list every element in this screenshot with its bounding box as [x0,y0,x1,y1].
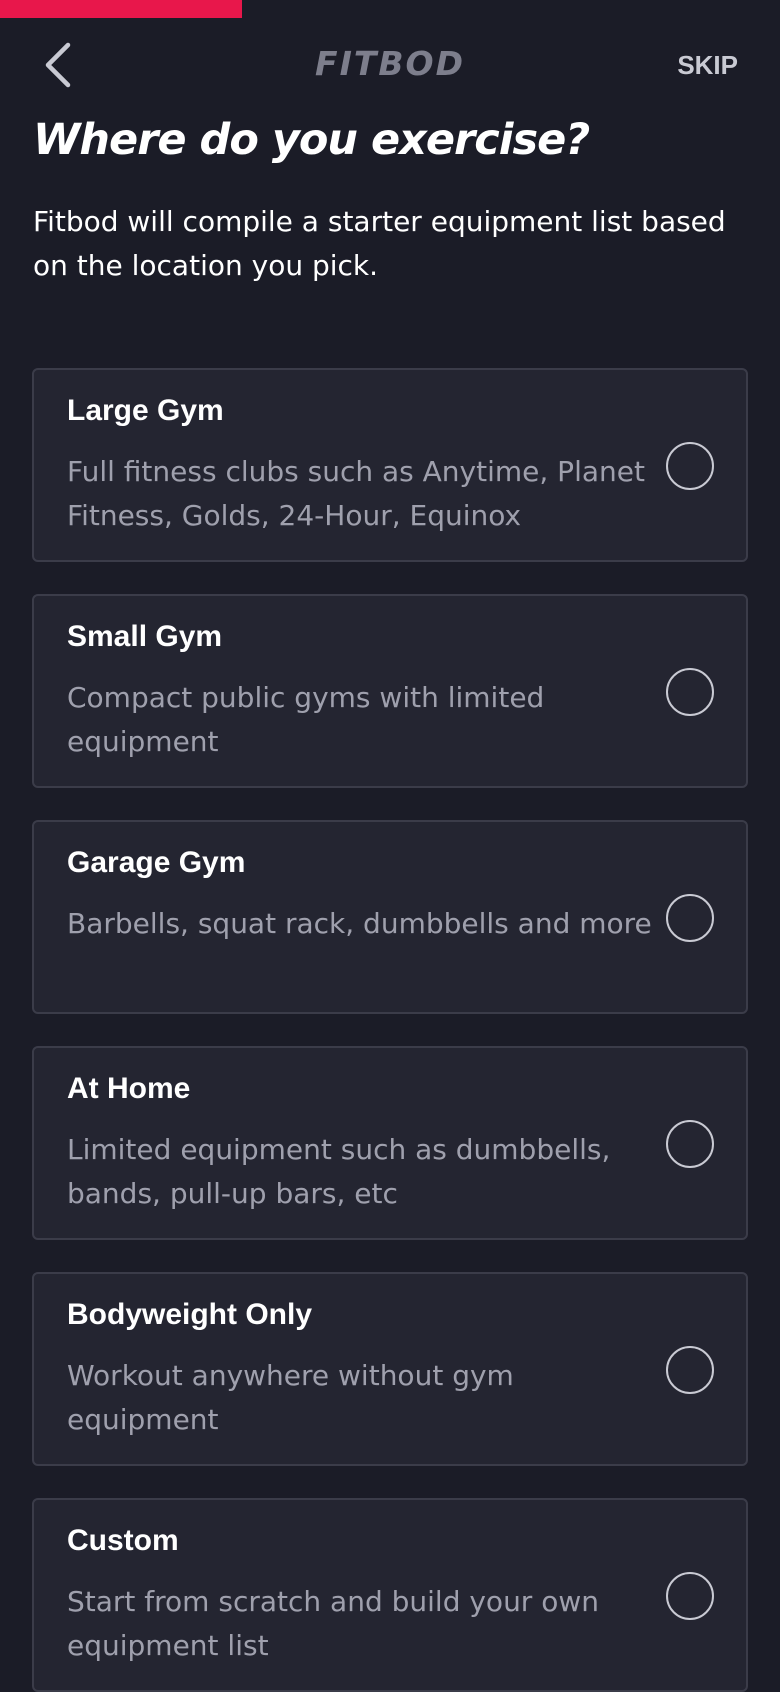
option-title: Bodyweight Only [67,1298,313,1331]
option-small-gym[interactable]: Small Gym Compact public gyms with limit… [32,594,748,788]
option-title: Large Gym [67,394,224,427]
page-title: Where do you exercise? [33,115,590,165]
radio-button[interactable] [666,894,714,942]
radio-button[interactable] [666,1572,714,1620]
option-description: Barbells, squat rack, dumbbells and more [67,907,652,940]
option-title: Garage Gym [67,846,246,879]
location-options-list: Large Gym Full fitness clubs such as Any… [32,368,748,1692]
progress-bar [0,0,780,18]
radio-button[interactable] [666,1346,714,1394]
option-description: Limited equipment such as dumbbells, ban… [67,1133,611,1210]
radio-button[interactable] [666,1120,714,1168]
option-description: Start from scratch and build your own eq… [67,1585,599,1662]
option-custom[interactable]: Custom Start from scratch and build your… [32,1498,748,1692]
option-bodyweight-only[interactable]: Bodyweight Only Workout anywhere without… [32,1272,748,1466]
skip-button[interactable]: SKIP [677,50,738,81]
fitbod-logo: FITBOD [315,44,465,83]
option-description: Workout anywhere without gym equipment [67,1359,514,1436]
option-large-gym[interactable]: Large Gym Full fitness clubs such as Any… [32,368,748,562]
option-title: Custom [67,1524,179,1557]
progress-bar-fill [0,0,242,18]
option-title: Small Gym [67,620,223,653]
option-description: Compact public gyms with limited equipme… [67,681,545,758]
radio-button[interactable] [666,668,714,716]
option-at-home[interactable]: At Home Limited equipment such as dumbbe… [32,1046,748,1240]
option-description: Full fitness clubs such as Anytime, Plan… [67,455,645,532]
option-title: At Home [67,1072,191,1105]
option-garage-gym[interactable]: Garage Gym Barbells, squat rack, dumbbel… [32,820,748,1014]
page-subtitle: Fitbod will compile a starter equipment … [33,205,726,282]
radio-button[interactable] [666,442,714,490]
